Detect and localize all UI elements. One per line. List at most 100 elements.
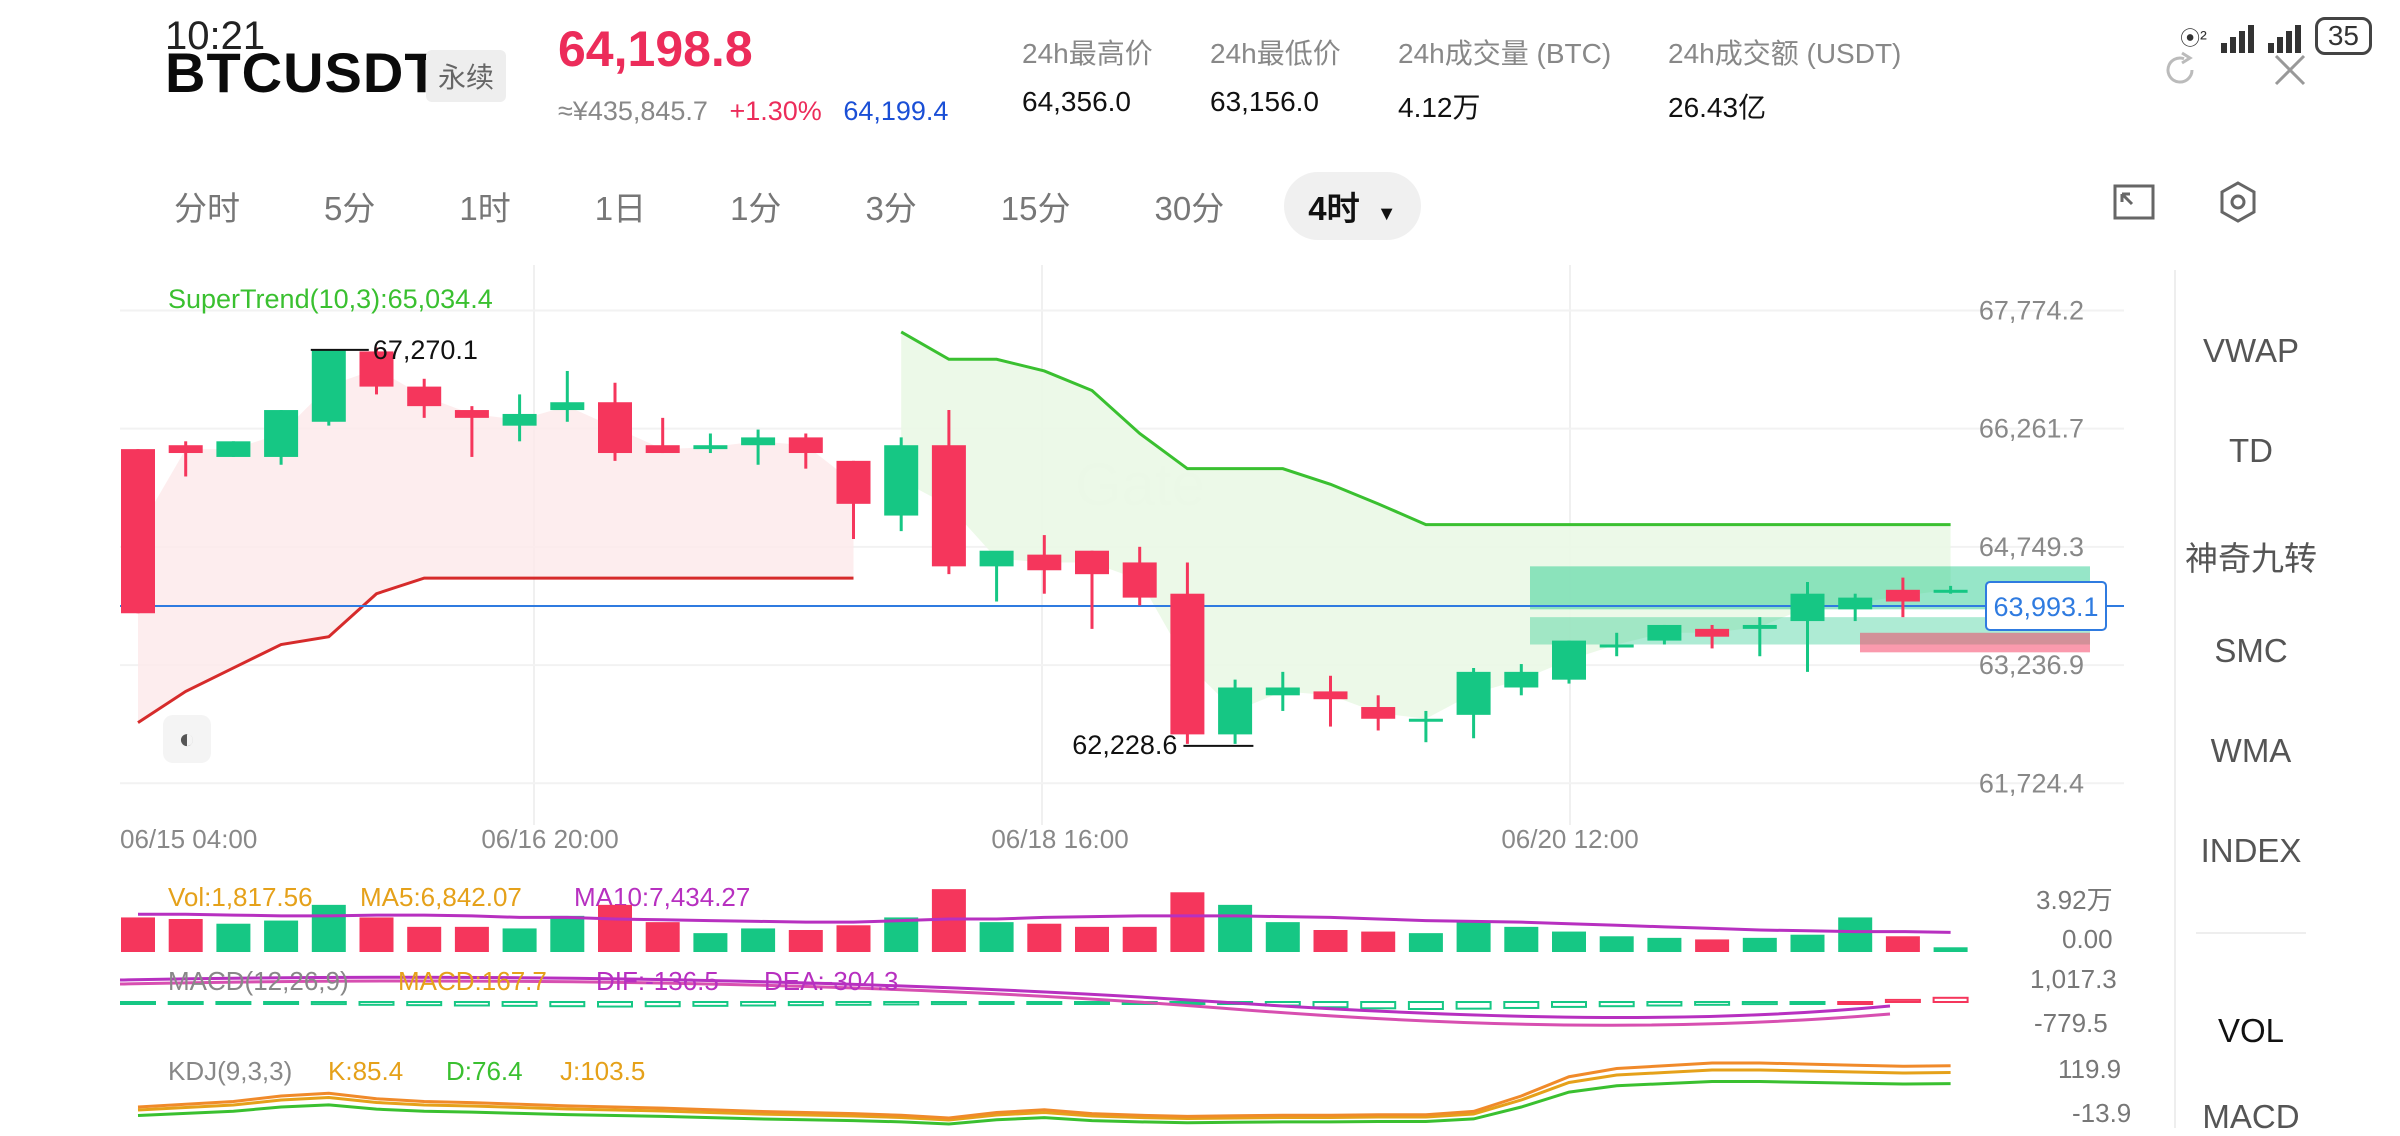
kdj-k: K:85.4 bbox=[328, 1056, 404, 1086]
stat-value: 26.43亿 bbox=[1668, 92, 1767, 123]
timeframe-tabs: 分时 5分 1时 1日 1分 3分 15分 30分 4时 ▼ bbox=[150, 170, 1457, 242]
macd-histogram-bar bbox=[1598, 1001, 1635, 1008]
mark-price: 64,199.4 bbox=[843, 96, 949, 126]
tab-timeframe-active[interactable]: 4时 ▼ bbox=[1284, 172, 1421, 240]
tab-timeframe[interactable]: 1时 bbox=[435, 172, 534, 240]
rotate-icon[interactable] bbox=[2160, 50, 2200, 90]
tab-timeframe[interactable]: 1日 bbox=[571, 172, 670, 240]
high-marker-label: 67,270.1 bbox=[373, 335, 478, 365]
volume-bar bbox=[311, 904, 346, 952]
sidebar-item-vwap[interactable]: VWAP bbox=[2176, 332, 2326, 370]
macd-histogram-bar bbox=[930, 1001, 967, 1006]
macd-histogram-bar bbox=[120, 1001, 156, 1005]
toggle-visibility-icon[interactable]: ◐ bbox=[163, 715, 211, 763]
candle-body bbox=[1695, 628, 1730, 637]
price-axis-label: 61,724.4 bbox=[1979, 768, 2084, 798]
last-price: 64,198.8 bbox=[558, 21, 753, 77]
candle-body bbox=[1838, 597, 1873, 610]
macd-histogram-bar bbox=[835, 1001, 872, 1006]
volume-bar bbox=[836, 925, 871, 952]
kdj-k-line bbox=[137, 1068, 1951, 1122]
macd-histogram-bar bbox=[1646, 1001, 1683, 1007]
macd-dea: DEA:-304.3 bbox=[764, 966, 899, 996]
candlestick-chart[interactable]: Gate67,270.162,228.667,774.266,261.764,7… bbox=[120, 265, 2124, 865]
volume-bar bbox=[1599, 936, 1634, 952]
candle-body bbox=[264, 410, 299, 457]
candle-body bbox=[550, 402, 585, 411]
macd-histogram-bar bbox=[215, 1001, 252, 1005]
candle-body bbox=[1933, 589, 1968, 593]
sidebar-item-td[interactable]: TD bbox=[2176, 432, 2326, 470]
candle-body bbox=[1361, 707, 1396, 719]
candle-body bbox=[884, 445, 919, 516]
macd-histogram-bar bbox=[1360, 1001, 1397, 1010]
macd-histogram-bar bbox=[883, 1001, 920, 1006]
candle-body bbox=[931, 445, 966, 567]
macd-dif-line bbox=[120, 975, 1891, 1020]
macd-histogram-bar bbox=[453, 1001, 490, 1007]
macd-histogram-bar bbox=[787, 1001, 824, 1007]
candle-body bbox=[1742, 624, 1777, 629]
time-axis-label: 06/20 12:00 bbox=[1501, 824, 1638, 854]
price-axis-label: 66,261.7 bbox=[1979, 414, 2084, 444]
tab-timeframe[interactable]: 30分 bbox=[1131, 172, 1249, 240]
sidebar-item-wma[interactable]: WMA bbox=[2176, 732, 2326, 770]
tab-timeframe[interactable]: 5分 bbox=[300, 172, 399, 240]
volume-bar bbox=[1504, 926, 1539, 952]
tab-timeframe[interactable]: 1分 bbox=[706, 172, 805, 240]
chevron-down-icon: ▼ bbox=[1376, 203, 1397, 225]
volume-bar bbox=[598, 904, 632, 952]
macd-histogram-bar bbox=[692, 1001, 729, 1007]
stat-label: 24h成交量 (BTC) bbox=[1398, 38, 1612, 69]
kdj-chart bbox=[137, 1061, 1951, 1126]
supertrend-label: SuperTrend(10,3):65,034.4 bbox=[168, 284, 493, 314]
macd-histogram-bar bbox=[978, 1001, 1015, 1005]
macd-histogram-bar bbox=[549, 1001, 586, 1008]
candle-body bbox=[1885, 589, 1920, 602]
macd-histogram-bar bbox=[1312, 1001, 1349, 1009]
kdj-title: KDJ(9,3,3) bbox=[168, 1056, 293, 1086]
stat-value: 63,156.0 bbox=[1210, 86, 1319, 117]
supertrend-up-fill bbox=[138, 369, 854, 723]
volume-bar bbox=[979, 922, 1014, 952]
close-icon[interactable] bbox=[2270, 50, 2310, 90]
tab-timeframe[interactable]: 分时 bbox=[150, 172, 264, 240]
fullscreen-icon[interactable] bbox=[2112, 180, 2156, 224]
macd-histogram-bar bbox=[1694, 1001, 1731, 1006]
volume-bar bbox=[1742, 937, 1777, 952]
stat-label: 24h成交额 (USDT) bbox=[1668, 38, 1902, 69]
macd-histogram-bar bbox=[1503, 1001, 1540, 1009]
sidebar-item-nine[interactable]: 神奇九转 bbox=[2176, 532, 2326, 580]
volume-bar bbox=[550, 915, 585, 952]
volume-bar bbox=[884, 917, 919, 952]
candle-body bbox=[407, 386, 442, 407]
volume-bar bbox=[1456, 920, 1491, 952]
candle-body bbox=[1504, 671, 1539, 688]
sidebar-item-macd[interactable]: MACD bbox=[2176, 1098, 2326, 1136]
low-marker-label: 62,228.6 bbox=[1072, 730, 1177, 760]
macd-title: MACD(12,26,9) bbox=[168, 966, 349, 996]
tab-timeframe[interactable]: 3分 bbox=[841, 172, 940, 240]
candle-body bbox=[168, 445, 203, 454]
symbol-title[interactable]: BTCUSDT bbox=[165, 40, 440, 105]
volume-bar bbox=[502, 928, 537, 952]
volume-bar bbox=[1265, 922, 1300, 952]
settings-icon[interactable] bbox=[2216, 180, 2260, 224]
sidebar-item-vol[interactable]: VOL bbox=[2176, 1012, 2326, 1050]
candle-body bbox=[1075, 550, 1109, 575]
candle-body bbox=[788, 437, 823, 454]
candle-body bbox=[979, 550, 1014, 567]
volume-bar bbox=[1695, 939, 1730, 952]
volume-bar bbox=[264, 920, 299, 952]
candle-body bbox=[1027, 554, 1062, 571]
volume-bar bbox=[407, 926, 442, 952]
price-subline: ≈¥435,845.7 +1.30% 64,199.4 bbox=[558, 96, 962, 127]
sidebar-item-index[interactable]: INDEX bbox=[2176, 832, 2326, 870]
contract-badge: 永续 bbox=[426, 50, 507, 102]
sidebar-item-smc[interactable]: SMC bbox=[2176, 632, 2326, 670]
candle-body bbox=[598, 402, 632, 454]
volume-bar bbox=[1361, 931, 1396, 952]
macd-histogram-bar bbox=[1741, 1001, 1778, 1006]
price-axis-label: 67,774.2 bbox=[1979, 295, 2084, 325]
tab-timeframe[interactable]: 15分 bbox=[977, 172, 1095, 240]
